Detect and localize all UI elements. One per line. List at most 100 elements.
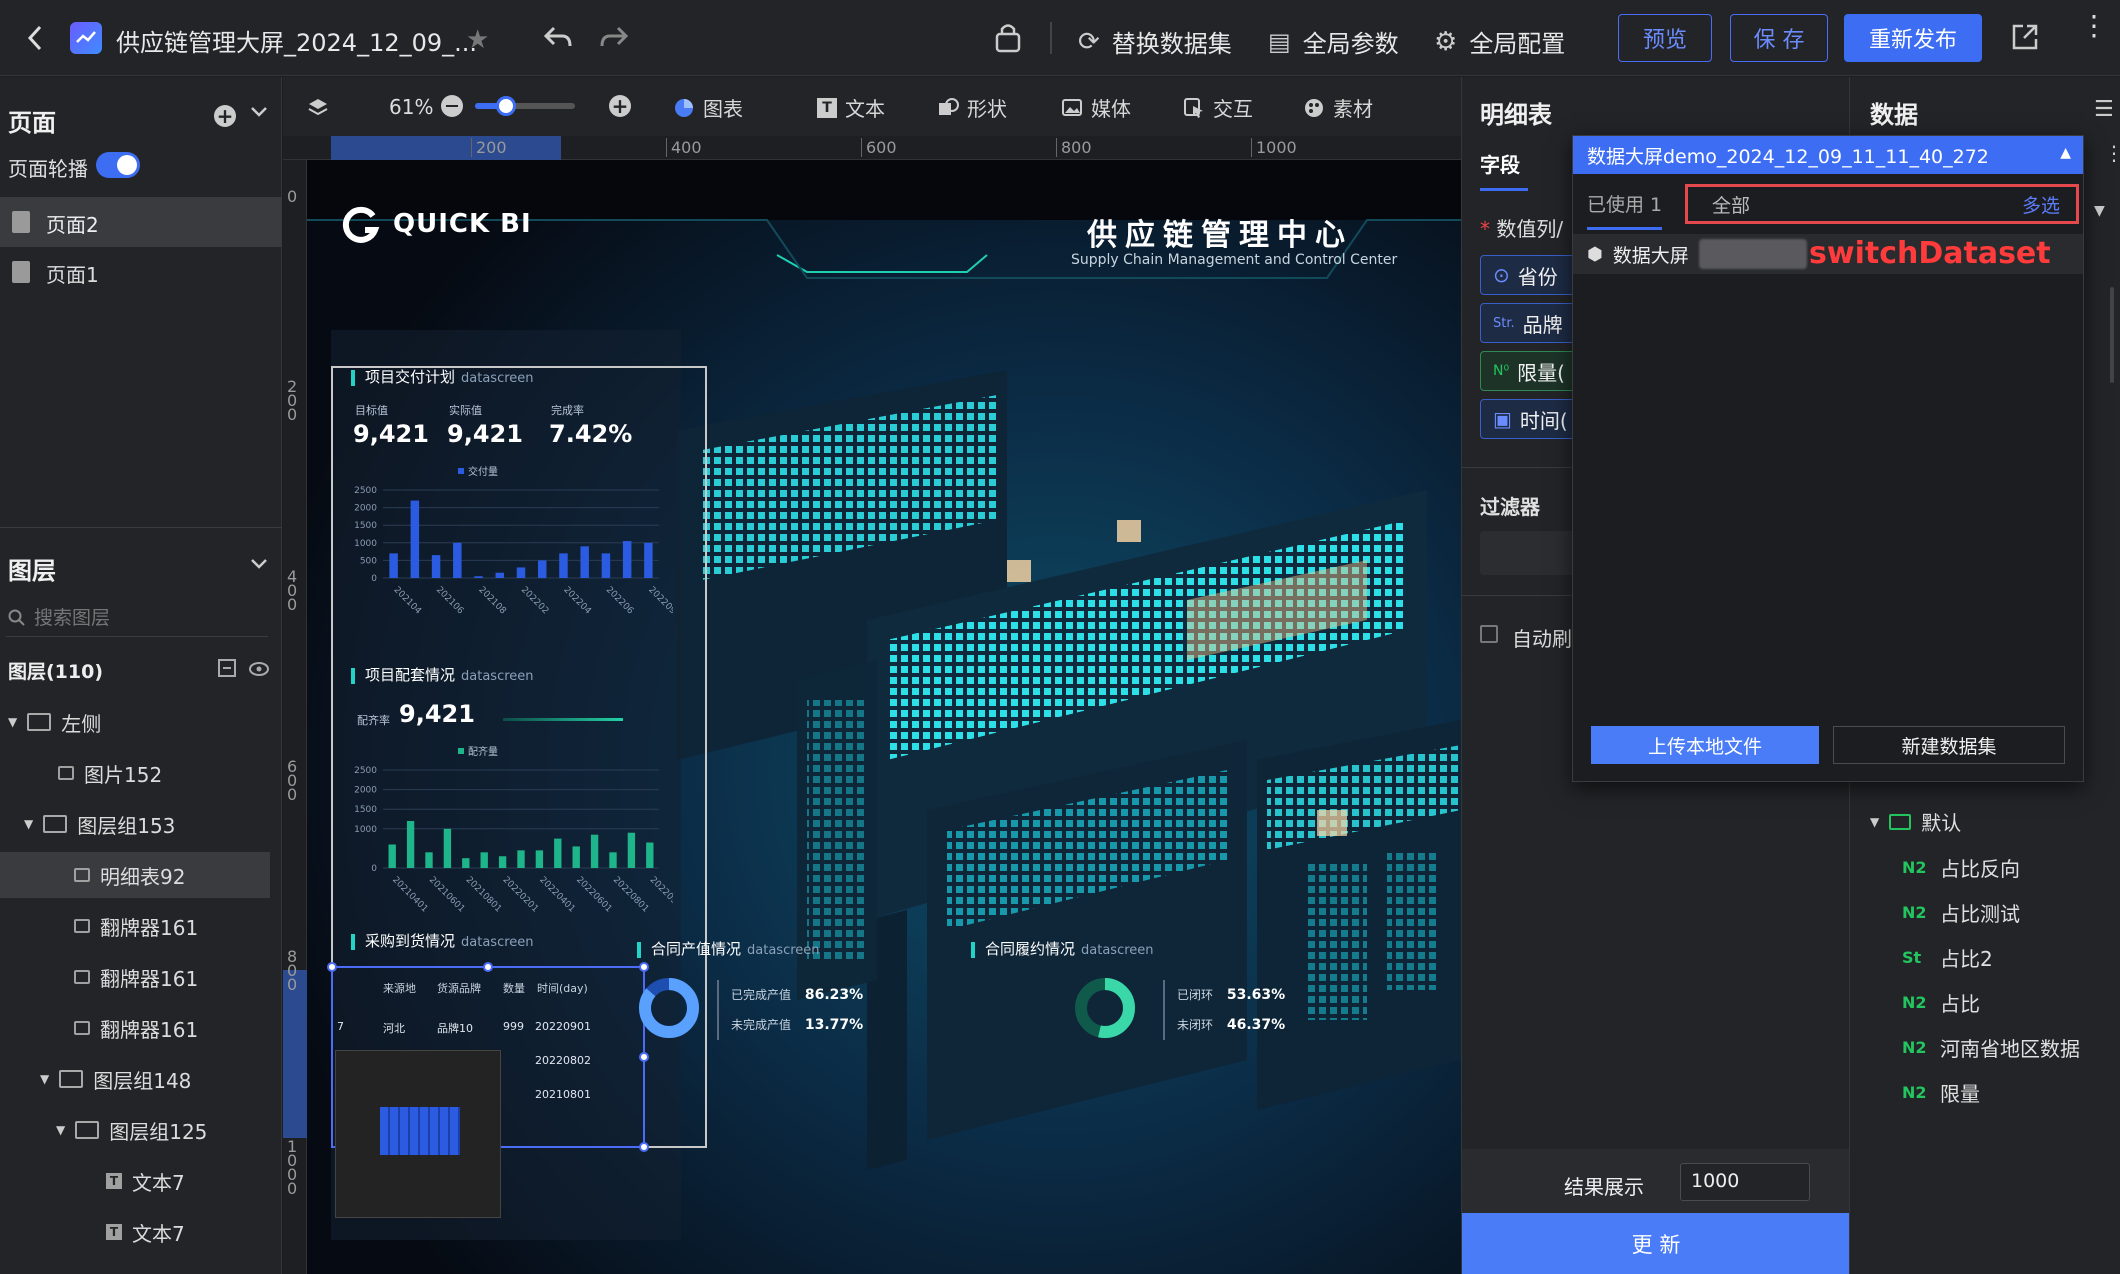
zoom-out-icon[interactable] <box>441 95 463 117</box>
toolbar-media-button[interactable]: 媒体 <box>1061 93 1131 122</box>
toolbar-shape-button[interactable]: 形状 <box>937 93 1007 122</box>
layer-item[interactable]: 翻牌器161 <box>0 903 270 949</box>
layer-search[interactable] <box>6 601 268 637</box>
collapse-all-icon[interactable] <box>218 659 236 677</box>
undo-icon[interactable] <box>542 22 574 52</box>
quickbi-logo-text: QUICK BI <box>393 209 532 239</box>
layer-item[interactable]: 翻牌器161 <box>0 954 270 1000</box>
page-item-1[interactable]: 页面1 <box>0 249 282 299</box>
global-config-button[interactable]: ⚙ 全局配置 <box>1434 24 1565 59</box>
data-field-item[interactable]: N2 占比测试 <box>1902 898 2020 927</box>
replace-dataset-button[interactable]: ⟳ 替换数据集 <box>1078 24 1232 59</box>
toolbar-interaction-button[interactable]: 交互 <box>1183 93 1253 122</box>
search-input[interactable] <box>34 605 234 631</box>
filter-dropzone[interactable] <box>1480 531 1580 575</box>
more-icon[interactable]: ⋮ <box>2080 12 2108 40</box>
table-row[interactable]: 7 河北 品牌10 999 20220901 <box>337 1020 647 1040</box>
field-chip-province[interactable]: ⊙ 省份 <box>1480 255 1580 295</box>
external-link-icon[interactable] <box>2010 22 2040 52</box>
layer-item[interactable]: ▼ 图层组153 <box>0 801 270 847</box>
cube-icon: ⬢ <box>1587 243 1603 265</box>
kpi-rate-label: 完成率 <box>551 404 584 417</box>
layer-item[interactable]: ▼ 左侧 <box>0 699 270 745</box>
data-field-item[interactable]: N2 河南省地区数据 <box>1902 1033 2080 1062</box>
chevron-down-icon[interactable] <box>250 105 268 119</box>
zoom-slider[interactable] <box>475 96 575 116</box>
layer-item[interactable]: T 文本7 <box>0 1209 270 1255</box>
toolbar-text-button[interactable]: T 文本 <box>817 93 885 122</box>
data-field-item[interactable]: N2 限量 <box>1902 1078 1980 1107</box>
layer-item[interactable]: T 文本7 <box>0 1158 270 1204</box>
tab-all[interactable]: 全部 多选 <box>1685 184 2079 224</box>
layer-item-label: 图片152 <box>84 762 163 787</box>
redo-icon[interactable] <box>598 22 630 52</box>
field-chip-limit[interactable]: N⁰ 限量( <box>1480 351 1580 391</box>
field-chip-brand[interactable]: Str. 品牌 <box>1480 303 1580 343</box>
resize-handle[interactable] <box>327 962 337 972</box>
layer-item[interactable]: 翻牌器161 <box>0 1005 270 1051</box>
caret-down-icon[interactable]: ▼ <box>56 1123 65 1137</box>
data-field-item[interactable]: N2 占比反向 <box>1902 853 2020 882</box>
toolbar-chart-button[interactable]: 图表 <box>673 93 743 122</box>
caret-down-icon[interactable]: ▼ <box>40 1072 49 1086</box>
carousel-toggle[interactable] <box>96 152 140 178</box>
layer-item[interactable]: ▼ 图层组125 <box>0 1107 270 1153</box>
resize-handle[interactable] <box>639 1142 649 1152</box>
output-done-value: 86.23% <box>804 987 864 1003</box>
add-page-icon[interactable]: + <box>214 105 236 127</box>
eye-icon[interactable] <box>248 661 270 677</box>
caret-down-icon[interactable]: ▼ <box>8 715 17 729</box>
global-params-button[interactable]: ▤ 全局参数 <box>1268 24 1399 59</box>
contract-perf-tag: datascreen <box>1081 943 1154 958</box>
kpi-target-value: 9,421 <box>353 420 429 448</box>
design-canvas[interactable]: QUICK BI 供应链管理中心 Supply Chain Management… <box>307 160 1461 1274</box>
caret-down-icon[interactable]: ▼ <box>24 817 33 831</box>
preview-button[interactable]: 预览 <box>1618 14 1712 62</box>
y-tick-label: 1500 <box>354 521 377 531</box>
panel-collapse-icon[interactable]: ☰ <box>2094 97 2114 122</box>
update-button[interactable]: 更 新 <box>1462 1213 1850 1274</box>
tab-used[interactable]: 已使用 1 <box>1587 190 1663 230</box>
table-cell: 20220802 <box>535 1054 591 1067</box>
scrollbar[interactable] <box>2110 287 2114 383</box>
zoom-in-icon[interactable]: + <box>609 95 631 117</box>
toolbar-material-button[interactable]: 素材 <box>1303 93 1373 122</box>
dataset-select[interactable]: 数据大屏demo_2024_12_09_11_11_40_272 ▲ <box>1573 136 2083 174</box>
star-icon[interactable]: ★ <box>466 25 489 55</box>
republish-button[interactable]: 重新发布 <box>1844 14 1982 62</box>
group-default-label: 默认 <box>1921 811 1962 835</box>
resize-handle[interactable] <box>639 962 649 972</box>
auto-refresh-checkbox[interactable] <box>1480 625 1498 643</box>
divider <box>0 527 282 528</box>
upload-file-button[interactable]: 上传本地文件 <box>1591 726 1819 764</box>
prop-tab-fields[interactable]: 字段 <box>1480 149 1528 191</box>
table-cell: 河北 <box>383 1022 405 1035</box>
field-chip-time[interactable]: ▣ 时间( <box>1480 399 1580 439</box>
data-field-item[interactable]: N2 占比 <box>1902 988 1980 1017</box>
output-undone-value: 13.77% <box>804 1017 864 1033</box>
group-default[interactable]: ▼ 默认 <box>1870 807 1961 836</box>
back-icon[interactable] <box>26 24 44 52</box>
save-button[interactable]: 保 存 <box>1730 14 1828 62</box>
minimap[interactable] <box>335 1050 501 1218</box>
resize-handle[interactable] <box>483 962 493 972</box>
result-input[interactable]: 1000 <box>1680 1163 1810 1201</box>
dropdown-caret-icon[interactable]: ▼ <box>2094 203 2105 219</box>
zoom-slider-handle[interactable] <box>496 96 516 116</box>
new-dataset-button[interactable]: 新建数据集 <box>1833 726 2065 764</box>
page-item-2[interactable]: 页面2 <box>0 197 282 247</box>
layer-item[interactable]: 图片152 <box>0 750 270 796</box>
bar <box>609 852 617 868</box>
field-chip-label: 省份 <box>1517 264 1558 289</box>
multi-select-link[interactable]: 多选 <box>2022 191 2060 218</box>
perf-closed-label: 已闭环 <box>1177 988 1214 1002</box>
layers-toggle-icon[interactable] <box>307 97 329 117</box>
data-field-item[interactable]: St 占比2 <box>1902 943 1993 972</box>
more-icon[interactable]: ⋮ <box>2104 141 2120 165</box>
lock-icon[interactable] <box>994 20 1022 54</box>
flip-counter-icon <box>74 919 90 933</box>
chevron-down-icon[interactable] <box>250 557 268 571</box>
layer-item[interactable]: ▼ 图层组148 <box>0 1056 270 1102</box>
layer-item[interactable]: 明细表92 <box>0 852 270 898</box>
bar <box>462 858 470 868</box>
